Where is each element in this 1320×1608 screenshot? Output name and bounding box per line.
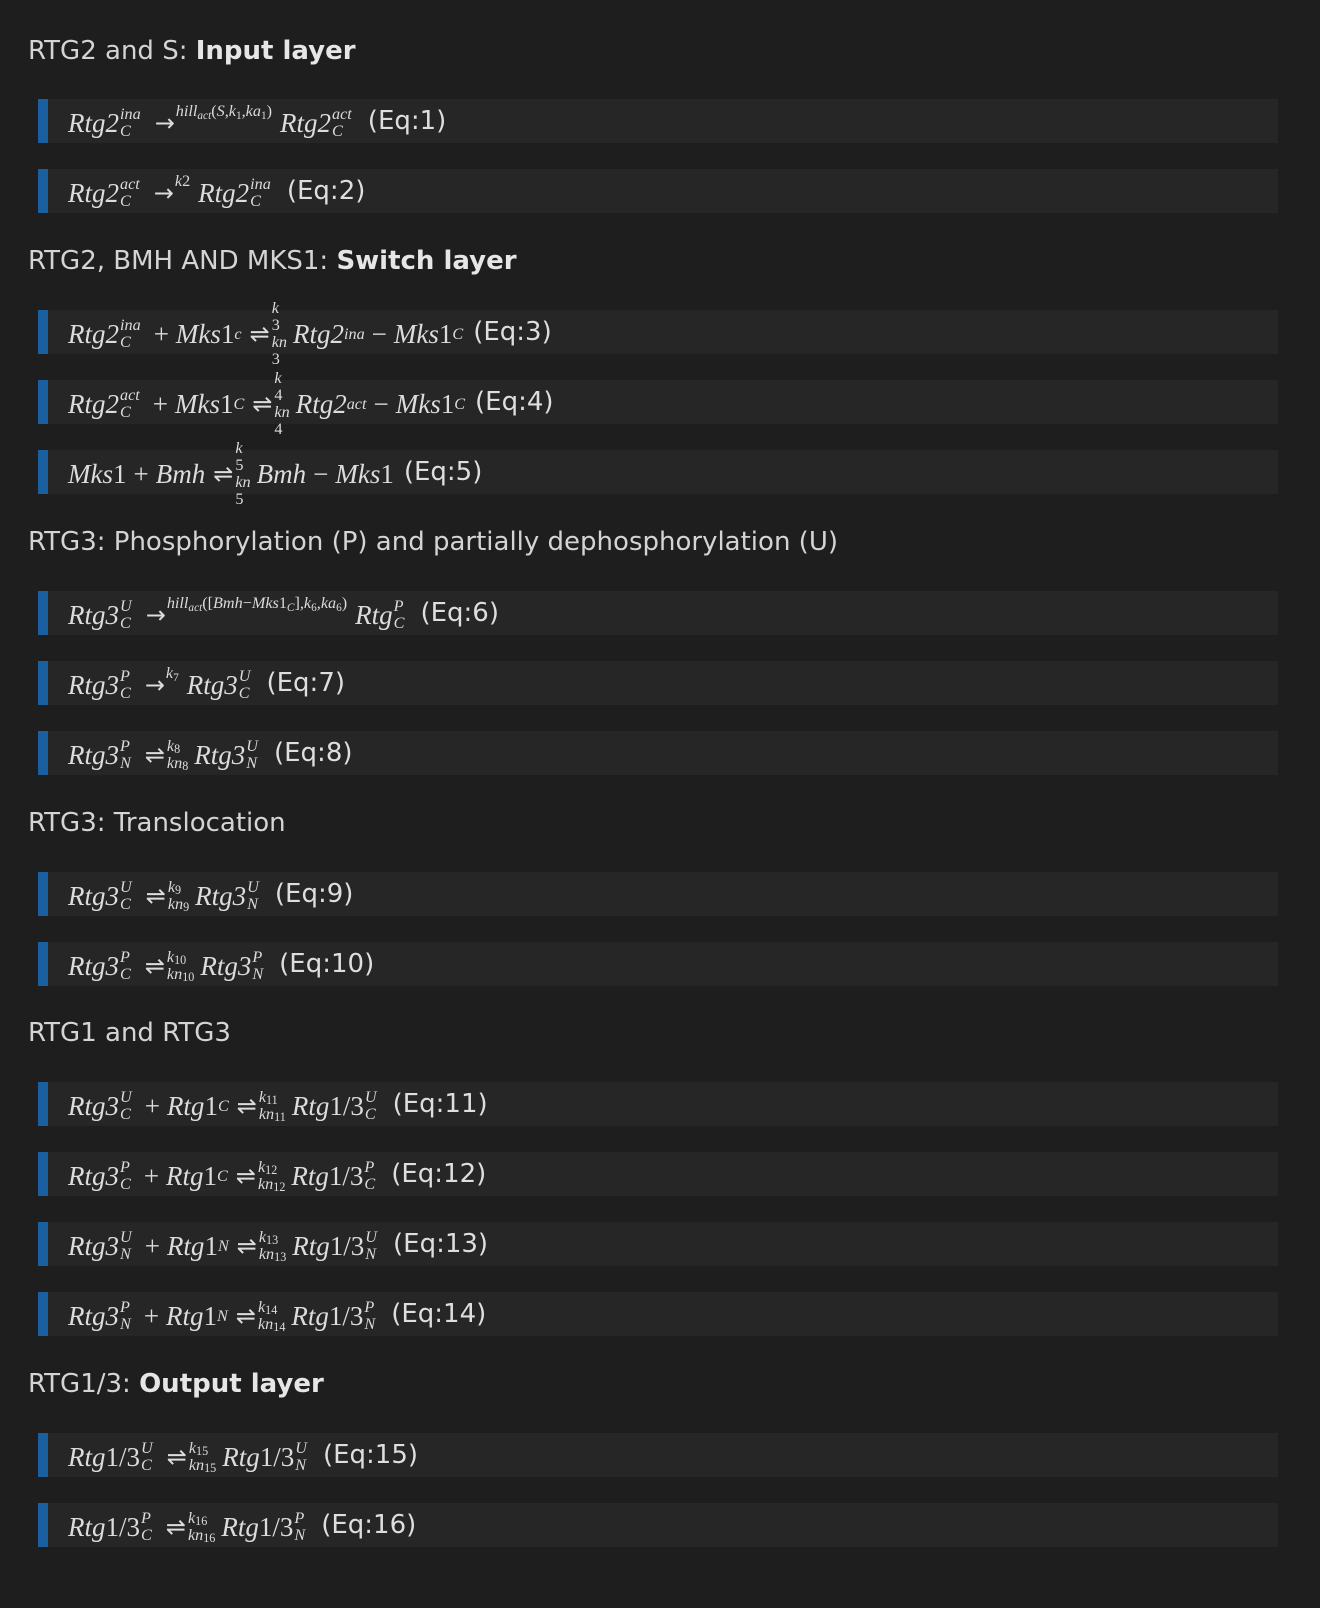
section-heading-output-layer: RTG1/3: Output layer bbox=[28, 1367, 324, 1401]
equation-label: (Eq:6) bbox=[420, 598, 499, 628]
equation-label: (Eq:14) bbox=[391, 1299, 487, 1329]
section-heading-input-layer: RTG2 and S: Input layer bbox=[28, 34, 356, 68]
equation-6-math: Rtg3 U C → hillact([Bmh−Mks1C],k6,ka6) Rtg P C bbox=[68, 593, 405, 632]
equation-1-math: Rtg2 ina C → hillact(S,k1,ka1) Rtg2 act C bbox=[68, 101, 352, 140]
equation-15-math: Rtg 1/3 U C ⇌ k15 kn15 Rtg 1/3 U N bbox=[68, 1439, 307, 1475]
equation-label: (Eq:15) bbox=[322, 1440, 419, 1470]
section-heading-text: RTG3: Phosphorylation (P) and partially … bbox=[28, 527, 838, 557]
equation-3-math: Rtg2 ina C + Mks 1 c ⇌ k 3 kn 3 Rtg2 ina − Mks 1 C bbox=[68, 299, 464, 368]
section-heading-switch-layer: RTG2, BMH AND MKS1: Switch layer bbox=[28, 244, 517, 278]
equation-label: (Eq:16) bbox=[321, 1510, 417, 1540]
equation-14: Rtg3 P N + Rtg 1 N ⇌ k14 kn14 Rtg 1/3 P N (Eq:14) bbox=[38, 1292, 1278, 1336]
equation-11: Rtg3 U C + Rtg 1 C ⇌ k11 kn11 Rtg 1/3 U C (Eq:11) bbox=[38, 1082, 1278, 1126]
section-heading-text: RTG1 and RTG3 bbox=[28, 1018, 231, 1048]
equation-8-math: Rtg3 P N ⇌ k8 kn8 Rtg3 U N bbox=[68, 737, 258, 773]
equation-label: (Eq:2) bbox=[286, 176, 366, 206]
equation-1: Rtg2 ina C → hillact(S,k1,ka1) Rtg2 act C (Eq:1… bbox=[38, 99, 1278, 143]
equation-10: Rtg3 P C ⇌ k10 kn10 Rtg3 P N (Eq:10) bbox=[38, 942, 1278, 986]
equation-13-math: Rtg3 U N + Rtg 1 N ⇌ k13 kn13 Rtg 1/3 U N bbox=[68, 1228, 377, 1264]
equation-15: Rtg 1/3 U C ⇌ k15 kn15 Rtg 1/3 U N (Eq:15) bbox=[38, 1433, 1278, 1477]
equation-9-math: Rtg3 U C ⇌ k9 kn9 Rtg3 U N bbox=[68, 878, 259, 914]
section-heading-text: RTG1/3: bbox=[28, 1369, 140, 1399]
section-heading-text: RTG2, BMH AND MKS1: bbox=[28, 246, 337, 276]
equation-5-math: Mks 1 + Bmh ⇌ k 5 kn 5 Bmh − Mks 1 bbox=[68, 439, 394, 508]
equation-2: Rtg2 act C → k2 Rtg2 ina C (Eq:2) bbox=[38, 169, 1278, 213]
equation-16: Rtg 1/3 P C ⇌ k16 kn16 Rtg 1/3 P N (Eq:16) bbox=[38, 1503, 1278, 1547]
section-heading-text: RTG3: Translocation bbox=[28, 808, 286, 838]
equation-label: (Eq:4) bbox=[475, 387, 554, 417]
section-heading-rtg1-rtg3: RTG1 and RTG3 bbox=[28, 1016, 231, 1050]
section-heading-bold: Switch layer bbox=[336, 246, 517, 276]
equation-14-math: Rtg3 P N + Rtg 1 N ⇌ k14 kn14 Rtg 1/3 P N bbox=[68, 1298, 376, 1334]
equation-label: (Eq:1) bbox=[367, 106, 447, 136]
document: RTG2 and S: Input layer Rtg2 ina C → hillact… bbox=[0, 0, 1320, 1608]
equation-7: Rtg3 P C → k7 Rtg3 U C (Eq:7) bbox=[38, 661, 1278, 705]
section-heading-translocation: RTG3: Translocation bbox=[28, 806, 286, 840]
equation-7-math: Rtg3 P C → k7 Rtg3 U C bbox=[68, 663, 251, 702]
equation-9: Rtg3 U C ⇌ k9 kn9 Rtg3 U N (Eq:9) bbox=[38, 872, 1278, 916]
equation-label: (Eq:10) bbox=[279, 949, 375, 979]
equation-3: Rtg2 ina C + Mks 1 c ⇌ k 3 kn 3 Rtg2 ina − Mks 1 C (Eq:3) bbox=[38, 299, 1278, 368]
equation-12: Rtg3 P C + Rtg 1 C ⇌ k12 kn12 Rtg 1/3 P C (Eq:12) bbox=[38, 1152, 1278, 1196]
equation-label: (Eq:5) bbox=[403, 457, 483, 487]
equation-label: (Eq:7) bbox=[266, 668, 346, 698]
section-heading-bold: Input layer bbox=[195, 36, 356, 66]
equation-10-math: Rtg3 P C ⇌ k10 kn10 Rtg3 P N bbox=[68, 948, 264, 984]
section-heading-text: RTG2 and S: bbox=[28, 36, 196, 66]
equation-5: Mks 1 + Bmh ⇌ k 5 kn 5 Bmh − Mks 1 (Eq:5) bbox=[38, 439, 1278, 508]
section-heading-phosphorylation: RTG3: Phosphorylation (P) and partially … bbox=[28, 525, 838, 559]
equation-4: Rtg2 act C + Mks 1 C ⇌ k 4 kn 4 Rtg2 act − Mks 1 C (Eq:4) bbox=[38, 369, 1278, 438]
section-heading-bold: Output layer bbox=[139, 1369, 324, 1399]
equation-label: (Eq:8) bbox=[273, 738, 353, 768]
equation-11-math: Rtg3 U C + Rtg 1 C ⇌ k11 kn11 Rtg 1/3 U C bbox=[68, 1088, 377, 1124]
equation-2-math: Rtg2 act C → k2 Rtg2 ina C bbox=[68, 171, 271, 210]
equation-4-math: Rtg2 act C + Mks 1 C ⇌ k 4 kn 4 Rtg2 act − Mks 1 C bbox=[68, 369, 466, 438]
equation-label: (Eq:12) bbox=[391, 1159, 487, 1189]
equation-16-math: Rtg 1/3 P C ⇌ k16 kn16 Rtg 1/3 P N bbox=[68, 1509, 306, 1545]
equation-13: Rtg3 U N + Rtg 1 N ⇌ k13 kn13 Rtg 1/3 U N (Eq:13) bbox=[38, 1222, 1278, 1266]
equation-label: (Eq:11) bbox=[392, 1089, 488, 1119]
equation-label: (Eq:3) bbox=[473, 317, 552, 347]
equation-8: Rtg3 P N ⇌ k8 kn8 Rtg3 U N (Eq:8) bbox=[38, 731, 1278, 775]
equation-12-math: Rtg3 P C + Rtg 1 C ⇌ k12 kn12 Rtg 1/3 P C bbox=[68, 1158, 376, 1194]
equation-label: (Eq:9) bbox=[274, 879, 354, 909]
equation-label: (Eq:13) bbox=[393, 1229, 489, 1259]
equation-6: Rtg3 U C → hillact([Bmh−Mks1C],k6,ka6) Rtg P C … bbox=[38, 591, 1278, 635]
